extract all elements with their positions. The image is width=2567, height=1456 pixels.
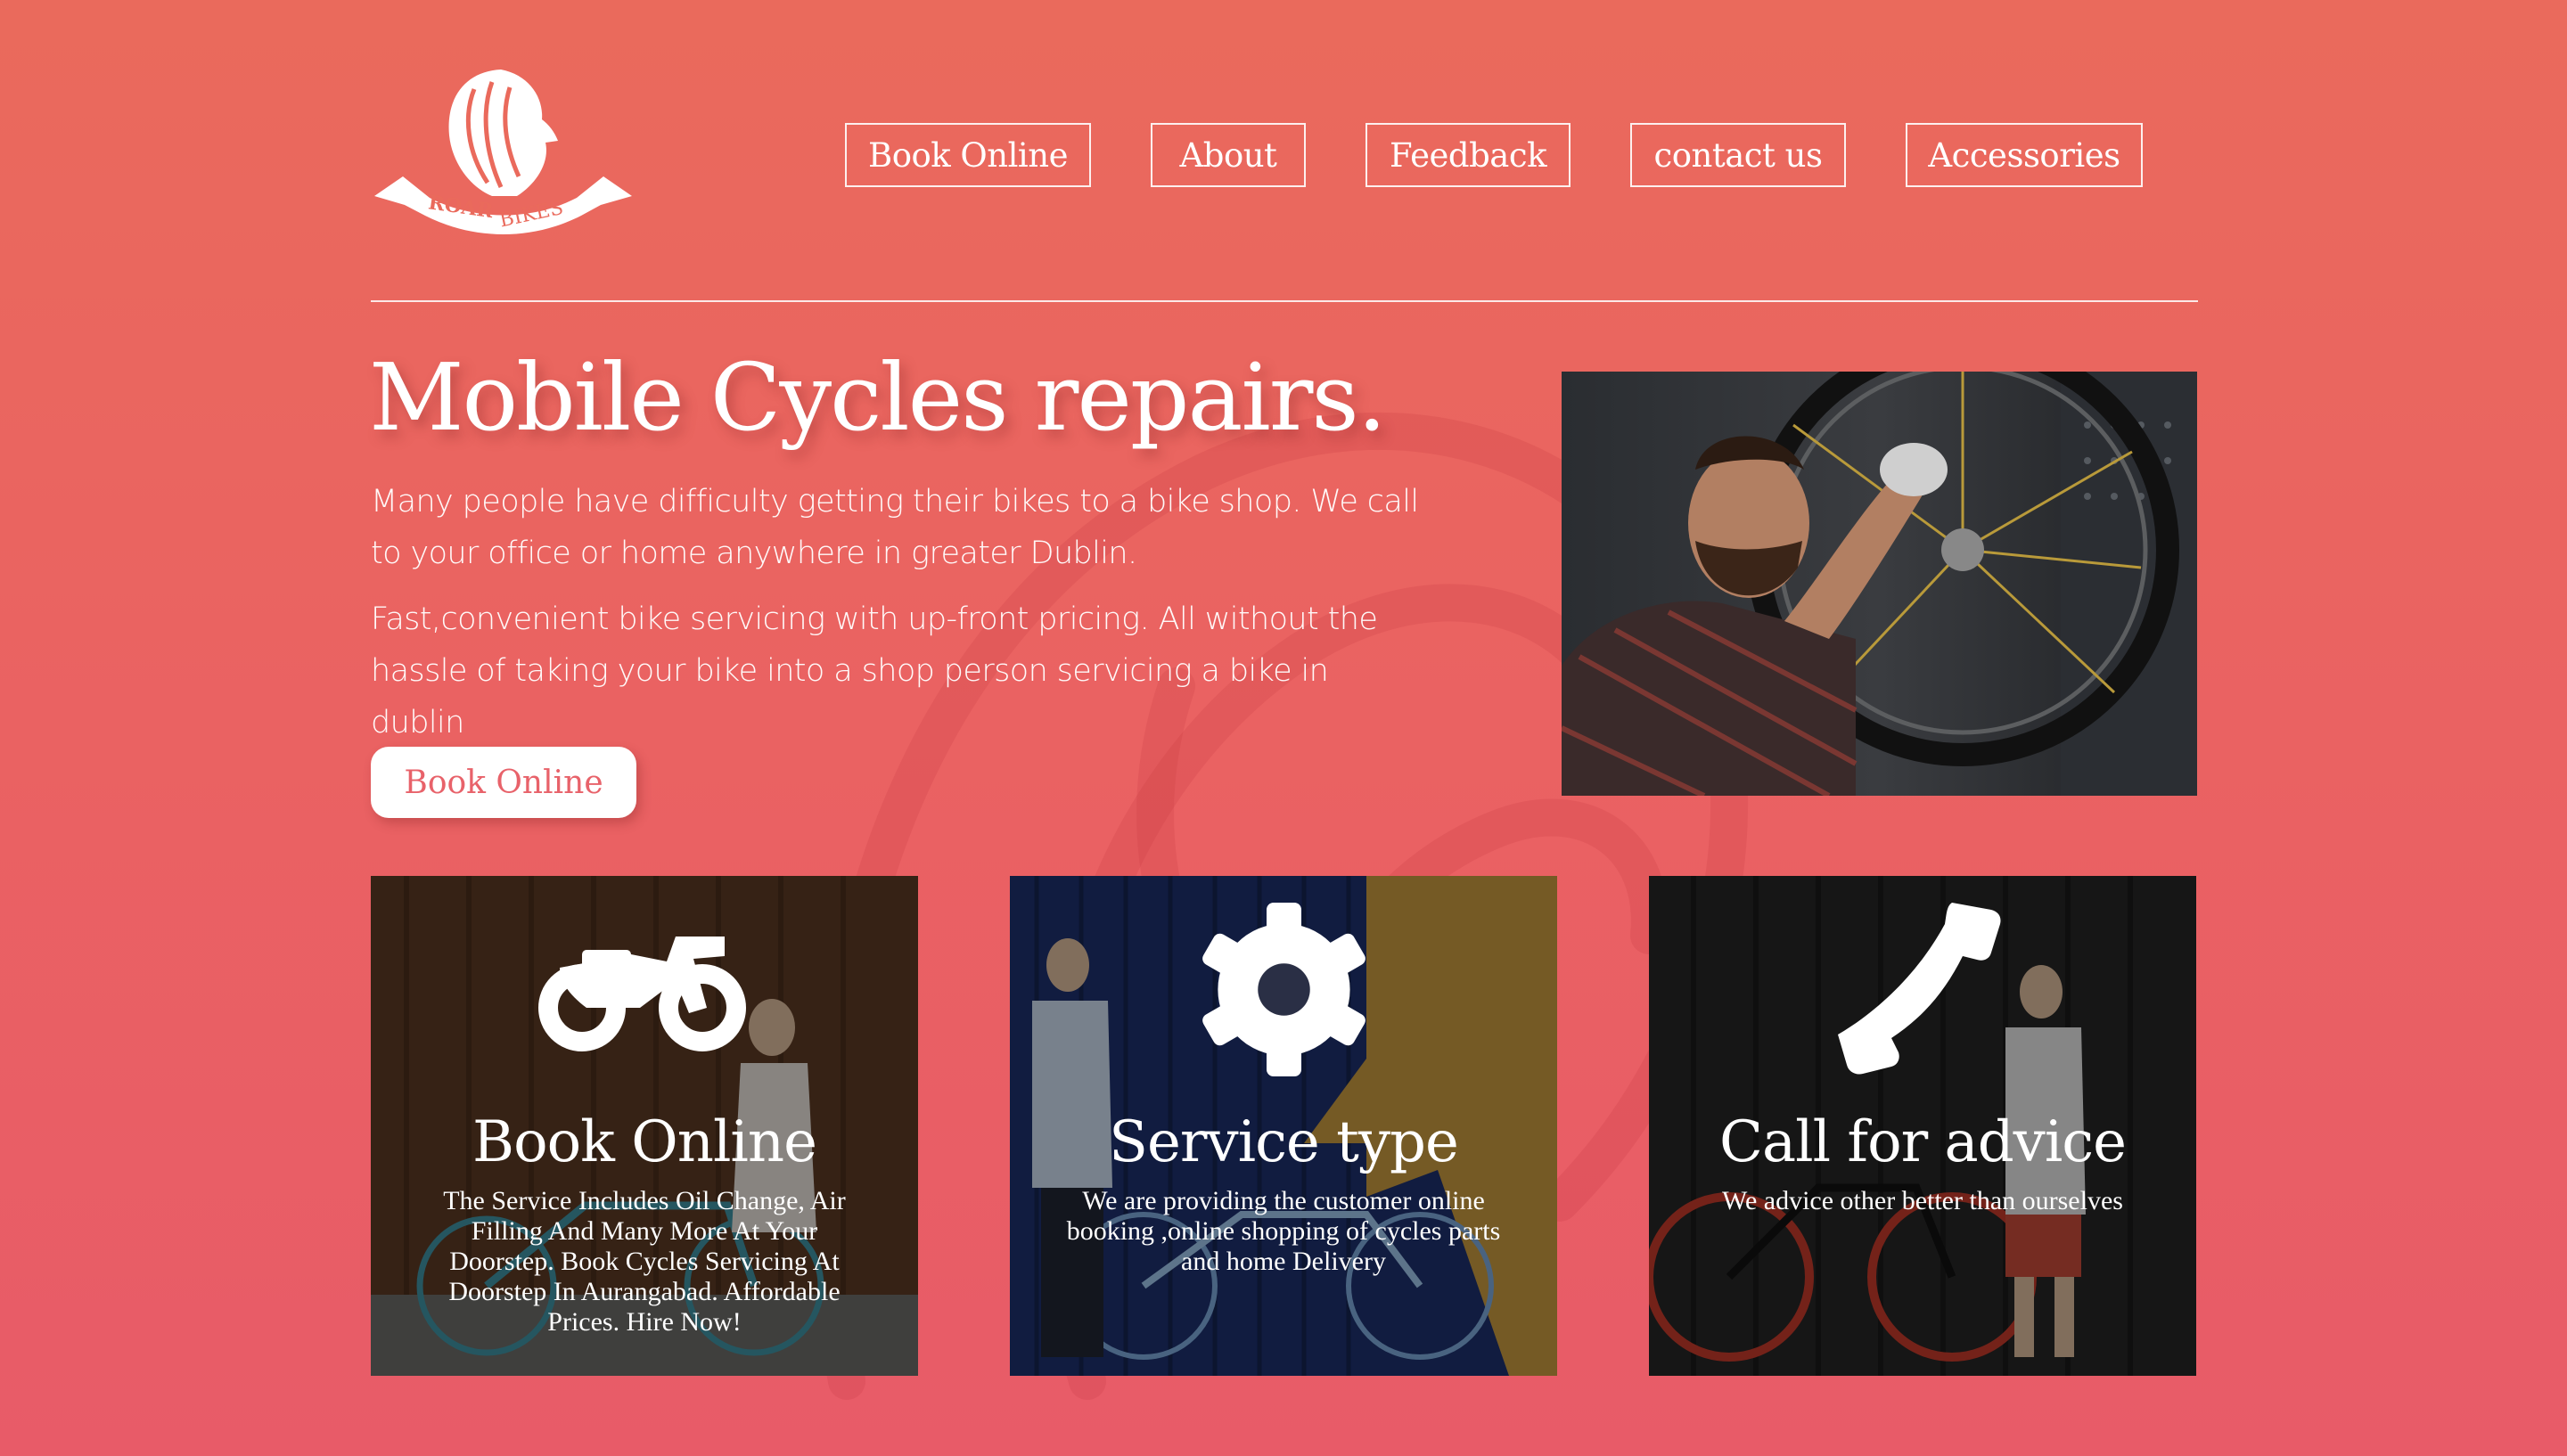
- card-service-type[interactable]: Service type We are providing the custom…: [1010, 876, 1557, 1376]
- card-title: Book Online: [472, 1109, 817, 1175]
- roar-bikes-logo[interactable]: ROAR BIKES: [367, 62, 639, 245]
- nav-about[interactable]: About: [1151, 123, 1306, 187]
- nav-contact-us[interactable]: contact us: [1630, 123, 1846, 187]
- hero-paragraph-1: Many people have difficulty getting thei…: [371, 484, 1419, 571]
- card-call-for-advice[interactable]: Call for advice We advice other better t…: [1649, 876, 2196, 1376]
- hero-book-online-button[interactable]: Book Online: [371, 747, 636, 818]
- phone-icon: [1827, 899, 2005, 1077]
- nav-feedback[interactable]: Feedback: [1366, 123, 1571, 187]
- card-title: Service type: [1109, 1109, 1459, 1175]
- hero-mechanic-image: [1562, 372, 2197, 796]
- card-book-online[interactable]: Book Online The Service Includes Oil Cha…: [371, 876, 918, 1376]
- hero-paragraph-2: Fast,convenient bike servicing with up-f…: [371, 601, 1378, 740]
- card-title: Call for advice: [1718, 1109, 2127, 1175]
- nav-book-online[interactable]: Book Online: [845, 123, 1091, 187]
- header-divider: [371, 300, 2198, 302]
- motorcycle-icon: [371, 919, 918, 1052]
- card-text: The Service Includes Oil Change, Air Fil…: [443, 1186, 846, 1337]
- card-text: We are providing the customer online boo…: [1066, 1186, 1501, 1276]
- gear-icon: [1010, 903, 1557, 1076]
- nav-accessories[interactable]: Accessories: [1906, 123, 2143, 187]
- hero-title: Mobile Cycles repairs.: [369, 343, 1387, 452]
- card-text: We advice other better than ourselves: [1722, 1186, 2123, 1215]
